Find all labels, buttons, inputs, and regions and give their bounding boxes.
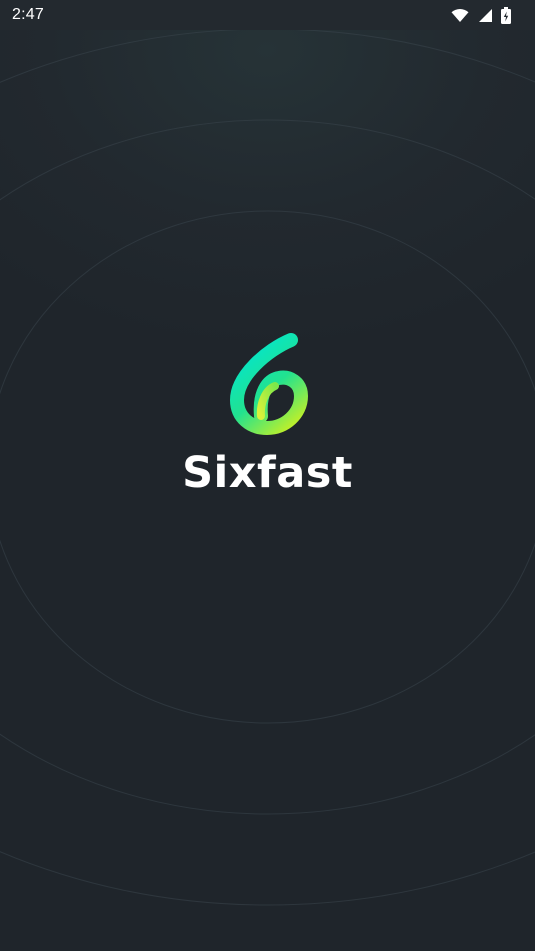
- battery-charging-icon: [501, 6, 511, 24]
- brand-name: Sixfast: [182, 448, 353, 498]
- splash-content: Sixfast: [0, 30, 535, 951]
- status-icons: [451, 6, 511, 24]
- wifi-icon: [451, 8, 469, 22]
- splash-logo: Sixfast: [0, 330, 535, 495]
- cellular-signal-icon: [479, 8, 492, 22]
- status-time: 2:47: [12, 6, 44, 23]
- splash-screen: 2:47 Sixfast: [0, 0, 535, 951]
- sixfast-logo-icon: [229, 333, 308, 435]
- status-bar: 2:47: [0, 0, 535, 30]
